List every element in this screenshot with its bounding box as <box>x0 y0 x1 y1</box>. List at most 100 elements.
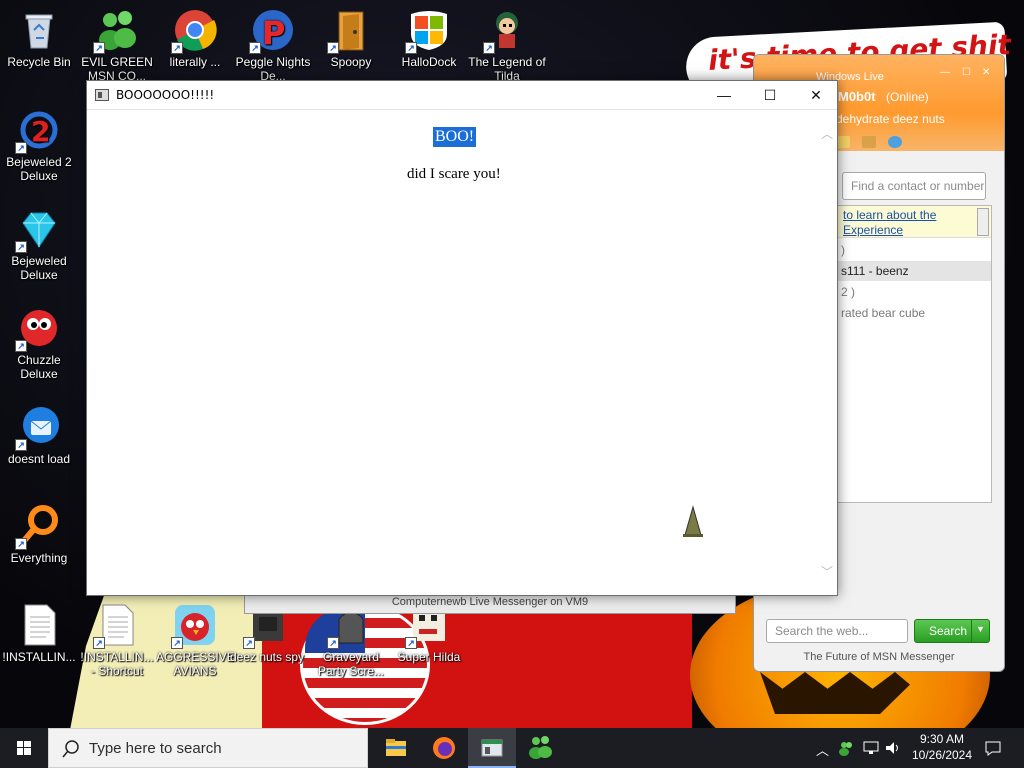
shortcut-arrow-icon: ↗ <box>93 637 105 649</box>
msn-web-search-input[interactable]: Search the web... <box>766 619 908 643</box>
folder-icon[interactable] <box>862 136 876 148</box>
msn-personal-message[interactable]: dehydrate deez nuts <box>836 112 945 126</box>
shortcut-arrow-icon: ↗ <box>15 538 27 550</box>
msn-notice-line1[interactable]: to learn about the <box>843 208 985 223</box>
shortcut-arrow-icon: ↗ <box>15 241 27 253</box>
contact-row[interactable]: ) <box>837 240 991 260</box>
desktop-icon-graveyard-party[interactable]: ↗ Graveyard Party Scre... <box>312 603 390 678</box>
game-character-icon: ↗ <box>483 8 529 54</box>
search-icon <box>62 740 79 758</box>
recycle-bin-icon <box>17 8 61 52</box>
thunderbird-icon: ↗ <box>15 405 61 451</box>
windows-flag-icon: ↗ <box>405 8 451 54</box>
mail-icon[interactable] <box>836 136 850 148</box>
msn-notice-banner[interactable]: to learn about the Experience <box>837 206 991 238</box>
text-file-icon: ↗ <box>93 603 139 649</box>
taskbar-firefox[interactable] <box>420 728 468 768</box>
maximize-button[interactable]: ☐ <box>747 81 793 110</box>
msn-search-button-label: Search <box>929 624 968 638</box>
taskbar: Type here to search ︿ 9:30 AM 10/26/2024 <box>0 728 1024 768</box>
desktop-icon-chuzzle[interactable]: ↗ Chuzzle Deluxe <box>0 306 78 381</box>
window-app-icon <box>95 89 109 101</box>
desktop-icon-legend-of-tilda[interactable]: ↗ The Legend of Tilda <box>468 8 546 83</box>
msn-status[interactable]: (Online) <box>886 90 929 104</box>
tray-msn-icon[interactable] <box>838 740 854 759</box>
desktop-icon-everything[interactable]: ↗ Everything <box>0 504 78 565</box>
shortcut-arrow-icon: ↗ <box>327 42 339 54</box>
msn-username[interactable]: M0b0t <box>838 89 876 104</box>
angry-bird-icon: ↗ <box>171 603 217 649</box>
taskbar-search-box[interactable]: Type here to search <box>48 728 368 768</box>
shortcut-arrow-icon: ↗ <box>93 42 105 54</box>
desktop-icon-aggressive-avians[interactable]: ↗ AGGRESSIVE AVIANS <box>156 603 234 678</box>
desktop-icon-installing[interactable]: !INSTALLIN... <box>0 603 78 664</box>
msn-maximize-button[interactable]: ☐ <box>962 67 971 78</box>
msn-close-button[interactable]: ✕ <box>982 67 990 78</box>
msn-search-button[interactable]: Search ▼ <box>914 619 990 643</box>
desktop-icon-installing-shortcut[interactable]: ↗ !INSTALLIN... - Shortcut <box>78 603 156 678</box>
desktop-icon-literally[interactable]: ↗ literally ... <box>156 8 234 69</box>
shortcut-arrow-icon: ↗ <box>249 42 261 54</box>
peggle-icon: P ↗ <box>249 8 295 54</box>
boo-popup-window[interactable]: BOOOOOOO!!!!! — ☐ ✕ BOO! did I scare you… <box>86 80 838 596</box>
scroll-up-icon[interactable]: ︿ <box>821 125 833 142</box>
msn-find-contact-input[interactable]: Find a contact or number <box>842 172 986 200</box>
desktop: it's time to get shit Recycle Bin ↗ EVIL… <box>0 0 1024 728</box>
desktop-icon-recycle-bin[interactable]: Recycle Bin <box>0 8 78 69</box>
contact-row[interactable]: 2 ) <box>837 282 991 302</box>
scroll-down-icon[interactable]: ﹀ <box>821 563 833 580</box>
network-icon[interactable] <box>862 740 880 759</box>
popup-window-icon <box>481 739 503 757</box>
file-explorer-icon <box>386 739 406 756</box>
shortcut-arrow-icon: ↗ <box>327 637 339 649</box>
msn-notice-line2[interactable]: Experience <box>843 223 985 238</box>
popup-titlebar[interactable]: BOOOOOOO!!!!! — ☐ ✕ <box>87 81 837 110</box>
shortcut-arrow-icon: ↗ <box>405 42 417 54</box>
shortcut-arrow-icon: ↗ <box>171 42 183 54</box>
shortcut-arrow-icon: ↗ <box>405 637 417 649</box>
chevron-down-icon[interactable]: ▼ <box>971 620 989 642</box>
door-icon: ↗ <box>327 8 373 54</box>
svg-text:2: 2 <box>31 115 50 148</box>
msn-minimize-button[interactable]: — <box>940 67 950 78</box>
tray-overflow-chevron-icon[interactable]: ︿ <box>816 740 829 759</box>
clock-date: 10/26/2024 <box>911 748 973 762</box>
shortcut-arrow-icon: ↗ <box>15 142 27 154</box>
scare-text: did I scare you! <box>407 166 501 182</box>
msn-toolbar <box>836 135 916 149</box>
desktop-icon-evil-green-msn[interactable]: ↗ EVIL GREEN MSN CO... <box>78 8 156 83</box>
taskbar-clock[interactable]: 9:30 AM 10/26/2024 <box>906 731 978 763</box>
msn-footer: The Future of MSN Messenger <box>803 651 955 663</box>
shortcut-arrow-icon: ↗ <box>15 439 27 451</box>
notice-scrollbar[interactable] <box>977 208 989 236</box>
desktop-icon-bejeweled[interactable]: ↗ Bejeweled Deluxe <box>0 207 78 282</box>
desktop-icon-hallodock[interactable]: ↗ HalloDock <box>390 8 468 69</box>
clock-time: 9:30 AM <box>919 732 965 746</box>
msn-people-icon <box>529 736 552 759</box>
contact-row[interactable]: s111 - beenz <box>837 261 991 281</box>
minimize-button[interactable]: — <box>701 81 747 110</box>
close-button[interactable]: ✕ <box>793 81 839 110</box>
volume-icon[interactable] <box>884 740 902 759</box>
popup-content: BOO! did I scare you! ︿ ﹀ <box>87 111 837 595</box>
contact-row[interactable]: rated bear cube <box>837 303 991 323</box>
notification-center-icon[interactable] <box>984 740 1002 759</box>
shortcut-arrow-icon: ↗ <box>171 637 183 649</box>
shortcut-arrow-icon: ↗ <box>483 42 495 54</box>
taskbar-msn[interactable] <box>516 728 564 768</box>
desktop-icon-bejeweled-2[interactable]: 2 ↗ Bejeweled 2 Deluxe <box>0 108 78 183</box>
taskbar-popup-window[interactable] <box>468 728 516 768</box>
msn-people-icon: ↗ <box>93 8 139 54</box>
start-button[interactable] <box>0 728 48 768</box>
windows-logo-icon <box>17 741 31 755</box>
globe-icon[interactable] <box>888 136 902 148</box>
firefox-icon <box>433 737 455 759</box>
popup-title: BOOOOOOO!!!!! <box>116 88 215 102</box>
svg-text:P: P <box>262 14 285 52</box>
bejeweled2-icon: 2 ↗ <box>15 108 61 154</box>
desktop-icon-spoopy[interactable]: ↗ Spoopy <box>312 8 390 69</box>
desktop-icon-peggle-nights[interactable]: P ↗ Peggle Nights De... <box>234 8 312 83</box>
shortcut-arrow-icon: ↗ <box>243 637 255 649</box>
taskbar-file-explorer[interactable] <box>372 728 420 768</box>
desktop-icon-doesnt-load[interactable]: ↗ doesnt load <box>0 405 78 466</box>
